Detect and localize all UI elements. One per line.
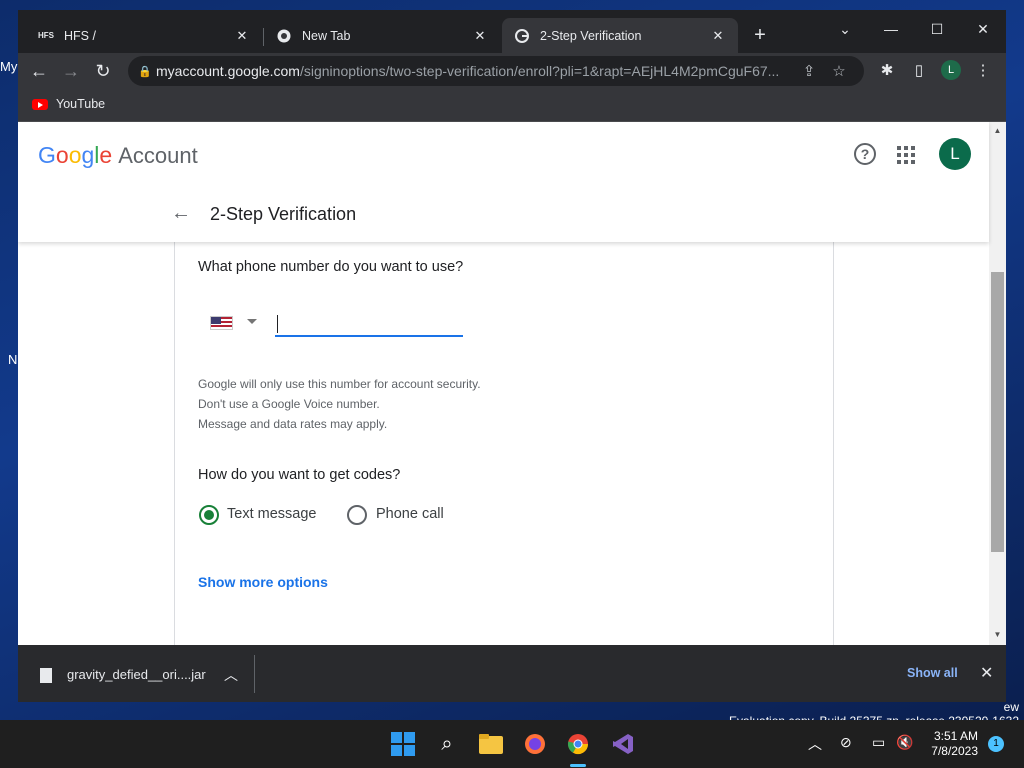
bookmarks-bar: YouTube [18, 89, 1006, 122]
address-bar[interactable]: 🔒 myaccount.google.com/signinoptions/two… [128, 56, 864, 86]
show-more-options-link[interactable]: Show more options [198, 574, 328, 590]
maximize-button[interactable]: ☐ [914, 14, 960, 44]
menu-kebab-icon[interactable]: ⋮ [970, 58, 996, 84]
tab-search-chevron-icon[interactable]: ⌄ [822, 14, 868, 44]
eval-line-1: ew [1003, 700, 1019, 714]
file-icon [40, 668, 52, 683]
logo-letter: o [55, 142, 69, 168]
clock-date: 7/8/2023 [931, 744, 978, 758]
phone-question: What phone number do you want to use? [198, 259, 464, 275]
chevron-up-icon[interactable]: ︿ [224, 665, 238, 685]
display-icon[interactable]: ▭ [872, 734, 885, 751]
window-close-button[interactable]: ✕ [960, 14, 1006, 44]
tab-strip: HFS HFS / ✕ New Tab ✕ 2-Step Verificatio… [18, 10, 1006, 53]
bookmark-label: YouTube [56, 97, 106, 111]
url-domain: myaccount.google.com [156, 63, 300, 79]
logo-letter: G [38, 142, 56, 168]
phone-note: Google will only use this number for acc… [198, 377, 481, 391]
phone-number-input[interactable] [275, 311, 463, 337]
tab-new-tab[interactable]: New Tab ✕ [264, 18, 500, 53]
hfs-icon: HFS [38, 31, 54, 40]
page-content: Google Account ? L ← 2-Step Verification… [18, 122, 1006, 645]
logo-letter: g [81, 142, 95, 168]
reload-button[interactable]: ↻ [90, 58, 116, 84]
volume-icon[interactable]: 🔇 [896, 734, 913, 751]
back-button[interactable]: ← [26, 58, 52, 84]
logo-letter: o [68, 142, 82, 168]
search-icon[interactable]: ⌕ [434, 731, 460, 757]
desktop-icon-label[interactable]: My [0, 59, 17, 74]
back-arrow-icon[interactable]: ← [171, 202, 191, 225]
browser-window: HFS HFS / ✕ New Tab ✕ 2-Step Verificatio… [18, 10, 1006, 702]
chevron-down-icon[interactable] [247, 319, 257, 324]
tab-hfs[interactable]: HFS HFS / ✕ [26, 18, 262, 53]
codes-question: How do you want to get codes? [198, 467, 401, 483]
page-title: 2-Step Verification [210, 204, 357, 224]
phone-call-label[interactable]: Phone call [376, 506, 444, 522]
tab-2-step-verification[interactable]: 2-Step Verification ✕ [502, 18, 738, 53]
page-scrollbar[interactable]: ▲ ▼ [989, 122, 1006, 645]
help-icon[interactable]: ? [854, 143, 876, 165]
desktop-icon-label[interactable]: N [8, 352, 17, 367]
close-icon[interactable]: ✕ [234, 28, 250, 44]
browser-profile-avatar[interactable]: L [941, 60, 961, 80]
apps-grid-icon[interactable] [897, 146, 915, 164]
file-explorer-icon[interactable] [478, 731, 504, 757]
tab-label: New Tab [302, 28, 351, 43]
bookmark-youtube[interactable]: YouTube [32, 97, 105, 111]
scroll-down-icon[interactable]: ▼ [989, 628, 1006, 642]
lock-icon: 🔒 [138, 65, 152, 78]
system-clock[interactable]: 3:51 AM 7/8/2023 [918, 729, 978, 759]
close-icon[interactable]: ✕ [980, 663, 993, 683]
windows-icon [391, 732, 415, 756]
extensions-icon[interactable]: ✱ [874, 58, 900, 84]
phone-note: Message and data rates may apply. [198, 417, 388, 431]
avatar[interactable]: L [939, 138, 971, 170]
bookmark-star-icon[interactable]: ☆ [824, 62, 854, 80]
chrome-icon[interactable] [565, 731, 591, 757]
text-cursor [277, 315, 278, 333]
logo-account-text: Account [118, 143, 198, 168]
forward-button[interactable]: → [58, 58, 84, 84]
tab-label: 2-Step Verification [540, 28, 642, 43]
visual-studio-icon[interactable] [610, 731, 636, 757]
notification-badge[interactable]: 1 [988, 736, 1004, 752]
url-path: /signinoptions/two-step-verification/enr… [299, 63, 780, 79]
active-app-indicator [570, 764, 586, 767]
close-icon[interactable]: ✕ [710, 28, 726, 44]
scroll-thumb[interactable] [991, 272, 1004, 552]
google-account-logo[interactable]: Google Account [38, 142, 198, 169]
url-text[interactable]: myaccount.google.com/signinoptions/two-s… [156, 63, 794, 79]
new-tab-button[interactable]: + [748, 24, 772, 48]
scroll-up-icon[interactable]: ▲ [989, 124, 1006, 138]
close-icon[interactable]: ✕ [472, 28, 488, 44]
divider [254, 655, 255, 693]
download-item[interactable]: gravity_defied__ori....jar [67, 667, 206, 682]
show-all-button[interactable]: Show all [907, 666, 958, 680]
chrome-icon [276, 28, 292, 44]
phone-note: Don't use a Google Voice number. [198, 397, 380, 411]
firefox-icon[interactable] [522, 731, 548, 757]
network-icon[interactable]: ⊘ [840, 734, 852, 751]
start-button[interactable] [390, 731, 416, 757]
minimize-button[interactable]: — [868, 14, 914, 44]
google-account-header: Google Account ? L ← 2-Step Verification [18, 122, 989, 242]
youtube-icon [32, 98, 48, 110]
clock-time: 3:51 AM [933, 729, 978, 743]
side-panel-icon[interactable]: ▯ [906, 58, 932, 84]
share-icon[interactable]: ⇪ [794, 62, 824, 80]
chevron-up-icon[interactable]: ︿ [808, 734, 822, 754]
taskbar: ⌕ ︿ ⊘ ▭ 🔇 3:51 AM 7/8/2023 1 [0, 720, 1024, 768]
text-message-label[interactable]: Text message [227, 506, 316, 522]
downloads-bar: gravity_defied__ori....jar ︿ Show all ✕ [18, 645, 1006, 702]
tab-label: HFS / [64, 28, 96, 43]
text-message-radio[interactable] [199, 505, 219, 525]
phone-call-radio[interactable] [347, 505, 367, 525]
logo-letter: e [99, 142, 113, 168]
google-icon [514, 28, 530, 44]
browser-toolbar: ← → ↻ 🔒 myaccount.google.com/signinoptio… [18, 53, 1006, 89]
us-flag-icon[interactable] [210, 316, 233, 330]
